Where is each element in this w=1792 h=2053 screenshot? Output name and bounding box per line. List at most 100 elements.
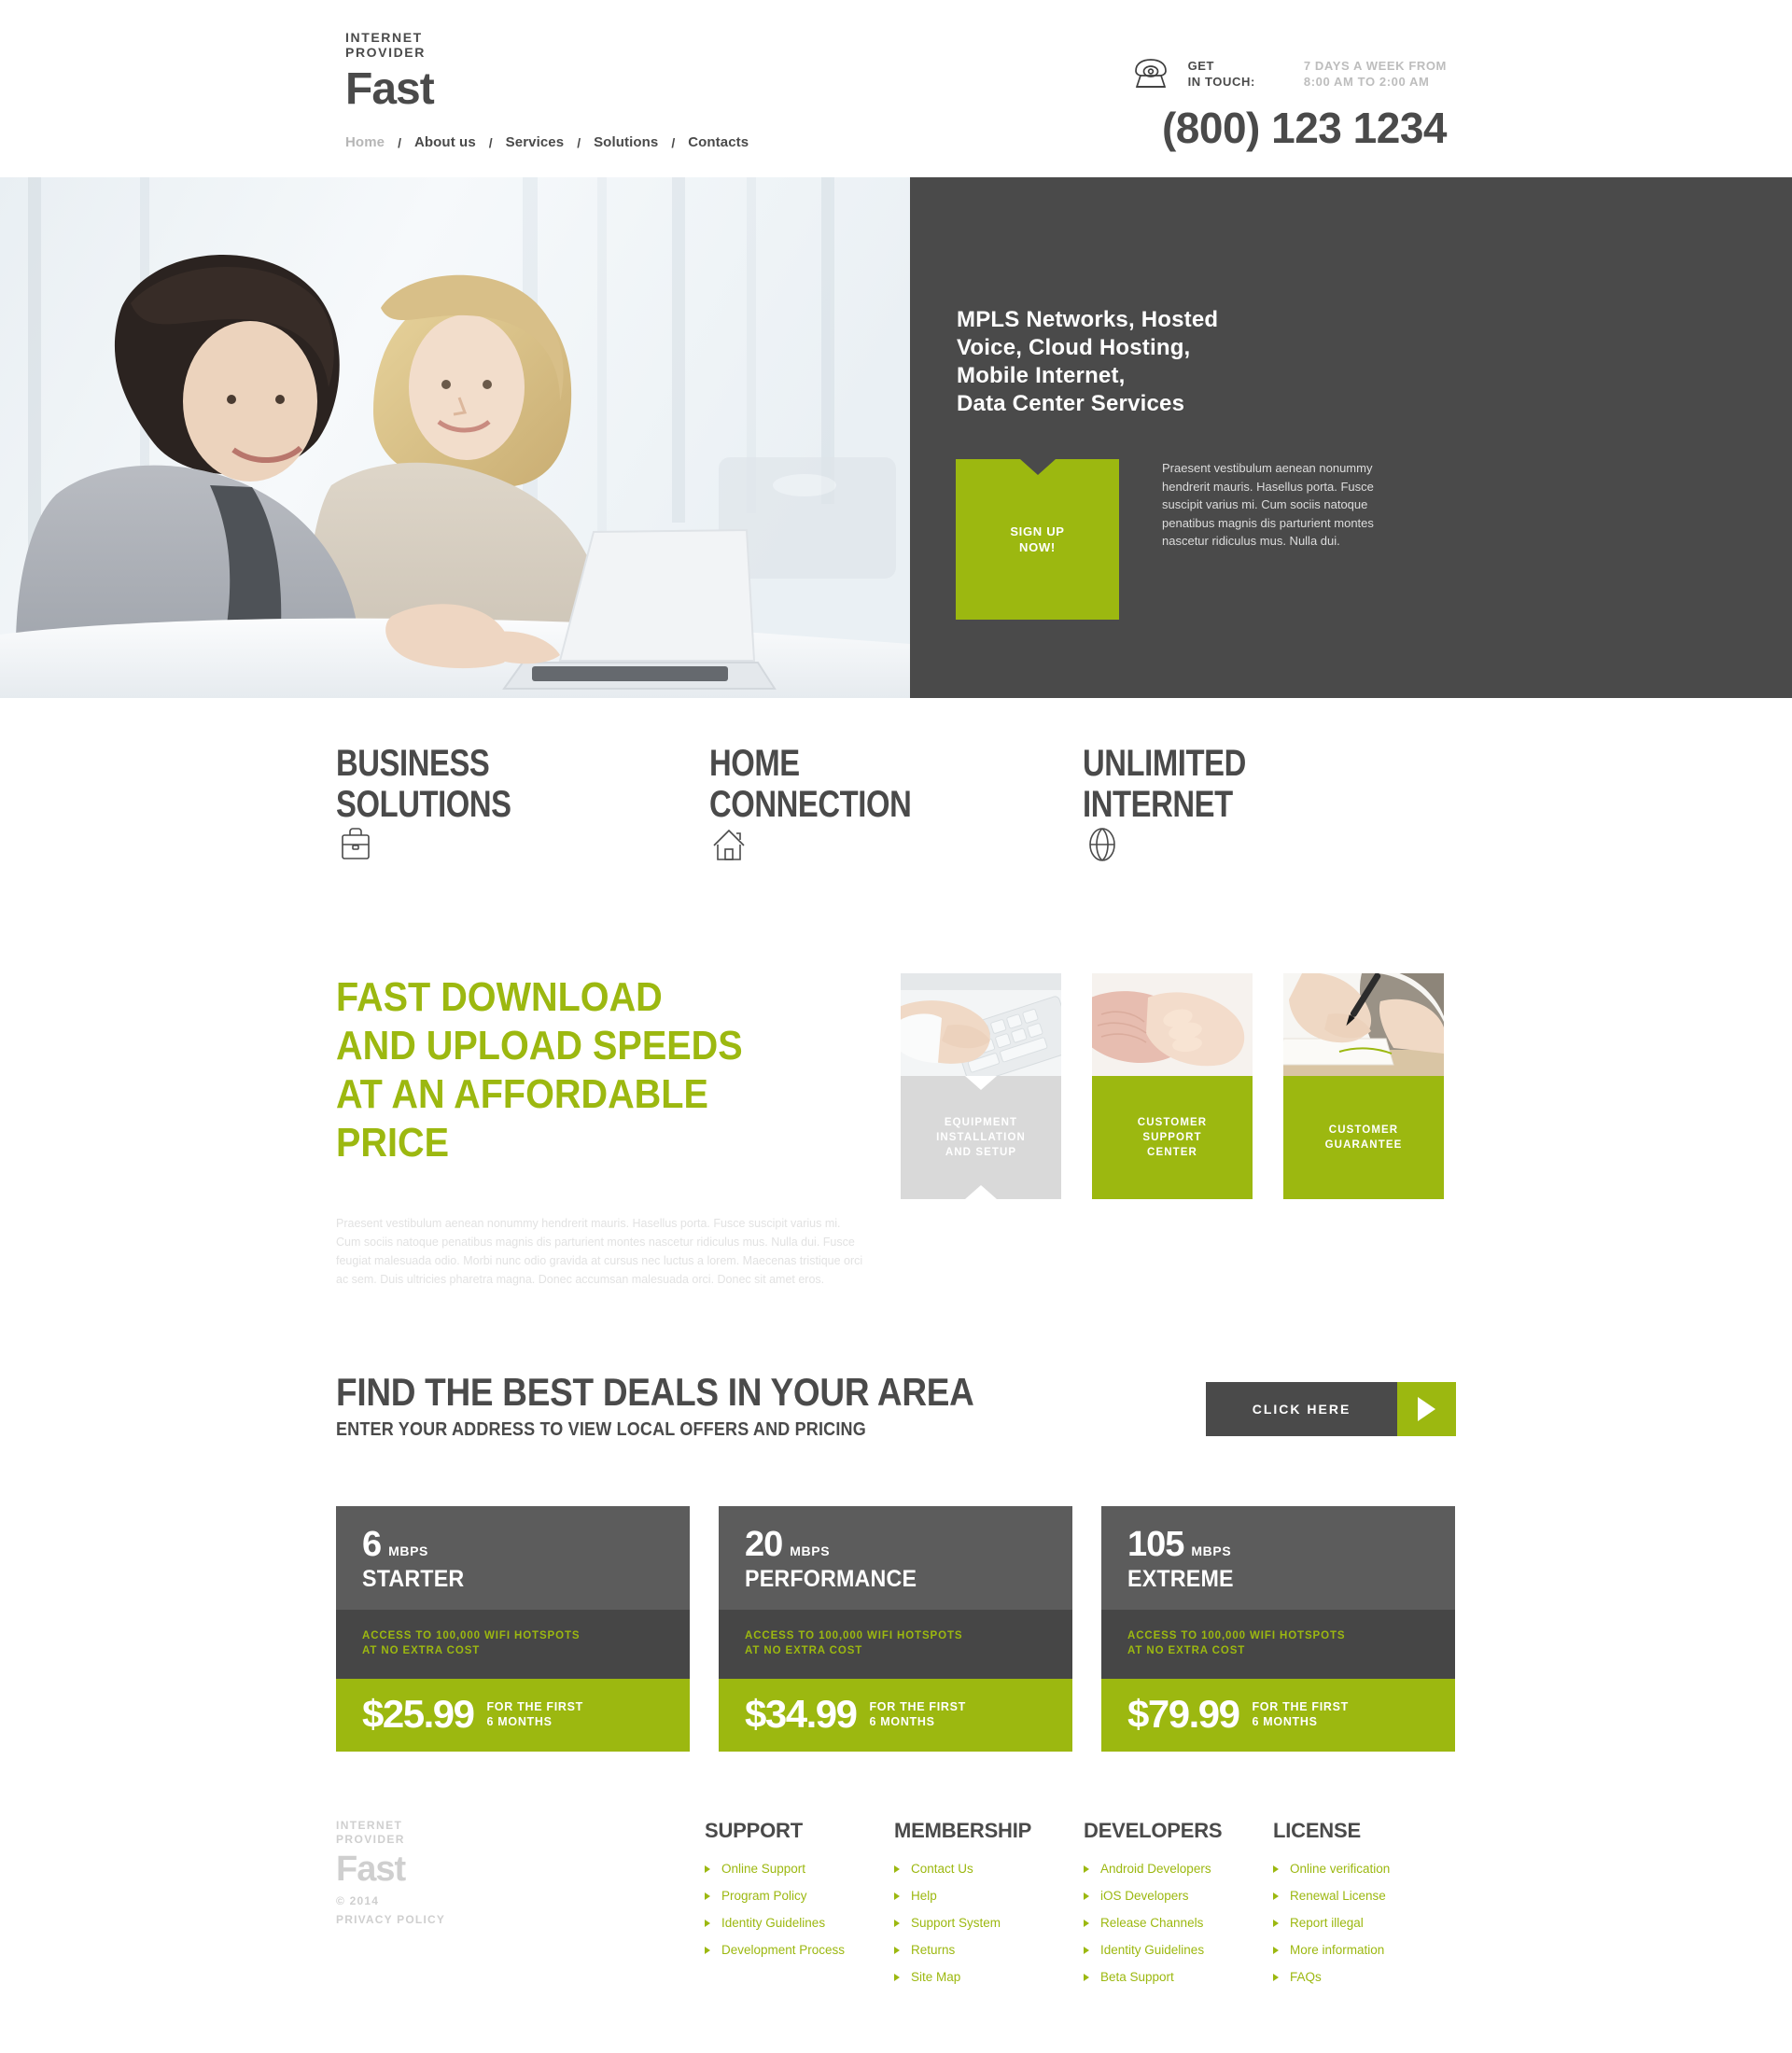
- list-item[interactable]: iOS Developers: [1084, 1889, 1273, 1903]
- promo-paragraph: Praesent vestibulum aenean nonummy hendr…: [336, 1217, 863, 1286]
- service-business-solutions[interactable]: BUSINESS SOLUTIONS: [336, 743, 709, 869]
- arrow-right-icon: [894, 1864, 900, 1873]
- plan-feature-line2: AT NO EXTRA COST: [745, 1645, 863, 1656]
- plan-header: 105 MBPS EXTREME: [1101, 1506, 1455, 1610]
- list-item[interactable]: More information: [1273, 1943, 1390, 1957]
- plan-speed-value: 20: [745, 1525, 783, 1564]
- arrow-right-icon: [1084, 1892, 1089, 1900]
- footer-link[interactable]: Support System: [911, 1916, 1001, 1930]
- footer-link[interactable]: iOS Developers: [1100, 1889, 1189, 1903]
- list-item[interactable]: Support System: [894, 1916, 1084, 1930]
- service-unlimited-internet[interactable]: UNLIMITED INTERNET: [1083, 743, 1456, 869]
- footer-link[interactable]: More information: [1290, 1943, 1384, 1957]
- footer-link[interactable]: Online verification: [1290, 1862, 1390, 1876]
- caption-line1: EQUIPMENT: [944, 1117, 1018, 1128]
- header-contact-block: GET IN TOUCH: 7 DAYS A WEEK FROM 8:00 AM…: [1130, 58, 1448, 153]
- footer-column-support: SUPPORT Online Support Program Policy Id…: [705, 1819, 894, 1997]
- list-item[interactable]: Beta Support: [1084, 1970, 1273, 1984]
- logo-name: Fast: [345, 64, 435, 114]
- footer-link[interactable]: Site Map: [911, 1970, 960, 1984]
- pricing-plan-starter[interactable]: 6 MBPS STARTER ACCESS TO 100,000 WIFI HO…: [336, 1506, 690, 1752]
- plan-header: 6 MBPS STARTER: [336, 1506, 690, 1610]
- pricing-plan-extreme[interactable]: 105 MBPS EXTREME ACCESS TO 100,000 WIFI …: [1101, 1506, 1455, 1752]
- footer-link[interactable]: Release Channels: [1100, 1916, 1203, 1930]
- footer-link[interactable]: Identity Guidelines: [1100, 1943, 1204, 1957]
- plan-speed: 6 MBPS: [362, 1527, 664, 1562]
- list-item[interactable]: Site Map: [894, 1970, 1084, 1984]
- nav-item-about-us[interactable]: About us: [414, 134, 476, 150]
- plan-speed-value: 105: [1127, 1525, 1184, 1564]
- nav-item-home[interactable]: Home: [345, 134, 385, 150]
- promo-card-customer-support[interactable]: CUSTOMER SUPPORT CENTER: [1092, 973, 1253, 1289]
- footer-link[interactable]: Contact Us: [911, 1862, 973, 1876]
- list-item[interactable]: Development Process: [705, 1943, 894, 1957]
- arrow-right-icon: [1084, 1919, 1089, 1927]
- footer-column-title: MEMBERSHIP: [894, 1819, 1032, 1842]
- briefcase-icon: [336, 828, 375, 868]
- list-item[interactable]: Contact Us: [894, 1862, 1084, 1876]
- plan-term-line2: 6 MONTHS: [486, 1715, 553, 1728]
- nav-item-contacts[interactable]: Contacts: [688, 134, 749, 150]
- footer-link[interactable]: Program Policy: [721, 1889, 807, 1903]
- list-item[interactable]: Program Policy: [705, 1889, 894, 1903]
- footer-link[interactable]: Android Developers: [1100, 1862, 1211, 1876]
- arrow-right-icon: [1084, 1973, 1089, 1981]
- footer-link-list: Android Developers iOS Developers Releas…: [1084, 1862, 1273, 1984]
- footer-column-title: SUPPORT: [705, 1819, 803, 1842]
- footer-link[interactable]: Renewal License: [1290, 1889, 1386, 1903]
- caption-line3: AND SETUP: [945, 1147, 1017, 1158]
- sign-up-now-button[interactable]: SIGN UP NOW!: [956, 459, 1119, 620]
- phone-number[interactable]: (800) 123 1234: [1130, 103, 1448, 153]
- service-title-line2: INTERNET: [1083, 784, 1233, 825]
- click-here-button[interactable]: CLICK HERE: [1206, 1382, 1456, 1436]
- list-item[interactable]: Online verification: [1273, 1862, 1390, 1876]
- list-item[interactable]: FAQs: [1273, 1970, 1390, 1984]
- plan-price-amount: $79.99: [1127, 1692, 1240, 1736]
- footer-link[interactable]: Development Process: [721, 1943, 845, 1957]
- list-item[interactable]: Help: [894, 1889, 1084, 1903]
- footer-logo-block[interactable]: INTERNET PROVIDER Fast © 2014 PRIVACY PO…: [336, 1819, 705, 1997]
- arrow-right-icon: [1273, 1919, 1279, 1927]
- promo-card-equipment-installation[interactable]: EQUIPMENT INSTALLATION AND SETUP: [901, 973, 1061, 1289]
- plan-term-line2: 6 MONTHS: [1252, 1715, 1318, 1728]
- get-in-touch-line1: GET: [1187, 59, 1215, 73]
- list-item[interactable]: Identity Guidelines: [705, 1916, 894, 1930]
- list-item[interactable]: Renewal License: [1273, 1889, 1390, 1903]
- hero-content-panel: MPLS Networks, Hosted Voice, Cloud Hosti…: [910, 177, 1792, 698]
- site-logo[interactable]: INTERNET PROVIDER Fast: [345, 30, 435, 116]
- service-home-connection[interactable]: HOME CONNECTION: [709, 743, 1083, 869]
- list-item[interactable]: Report illegal: [1273, 1916, 1390, 1930]
- play-arrow-icon: [1397, 1382, 1456, 1436]
- list-item[interactable]: Online Support: [705, 1862, 894, 1876]
- list-item[interactable]: Returns: [894, 1943, 1084, 1957]
- promo-card-customer-guarantee[interactable]: CUSTOMER GUARANTEE: [1283, 973, 1444, 1289]
- plan-price: $34.99 FOR THE FIRST 6 MONTHS: [719, 1679, 1072, 1752]
- list-item[interactable]: Android Developers: [1084, 1862, 1273, 1876]
- footer-link-list: Contact Us Help Support System Returns S…: [894, 1862, 1084, 1984]
- service-title: UNLIMITED INTERNET: [1083, 743, 1389, 825]
- footer-link[interactable]: FAQs: [1290, 1970, 1322, 1984]
- hours-line2: 8:00 AM TO 2:00 AM: [1303, 75, 1430, 89]
- footer-link[interactable]: Report illegal: [1290, 1916, 1364, 1930]
- list-item[interactable]: Identity Guidelines: [1084, 1943, 1273, 1957]
- footer-link[interactable]: Beta Support: [1100, 1970, 1174, 1984]
- footer-link[interactable]: Returns: [911, 1943, 955, 1957]
- promo-cards: EQUIPMENT INSTALLATION AND SETUP CUSTOME…: [901, 973, 1444, 1289]
- pricing-plans: 6 MBPS STARTER ACCESS TO 100,000 WIFI HO…: [336, 1441, 1456, 1752]
- footer-column-developers: DEVELOPERS Android Developers iOS Develo…: [1084, 1819, 1273, 1997]
- footer-link[interactable]: Online Support: [721, 1862, 805, 1876]
- plan-price-term: FOR THE FIRST 6 MONTHS: [1252, 1699, 1349, 1729]
- nav-item-solutions[interactable]: Solutions: [594, 134, 658, 150]
- plan-term-line2: 6 MONTHS: [869, 1715, 935, 1728]
- nav-item-services[interactable]: Services: [506, 134, 565, 150]
- footer-privacy-policy-link[interactable]: PRIVACY POLICY: [336, 1912, 705, 1927]
- pricing-plan-performance[interactable]: 20 MBPS PERFORMANCE ACCESS TO 100,000 WI…: [719, 1506, 1072, 1752]
- arrow-right-icon: [705, 1864, 710, 1873]
- list-item[interactable]: Release Channels: [1084, 1916, 1273, 1930]
- hero-title: MPLS Networks, Hosted Voice, Cloud Hosti…: [957, 306, 1218, 418]
- hero-paragraph: Praesent vestibulum aenean nonummy hendr…: [1162, 461, 1374, 548]
- footer-link[interactable]: Help: [911, 1889, 937, 1903]
- footer-link[interactable]: Identity Guidelines: [721, 1916, 825, 1930]
- promo-section: FAST DOWNLOAD AND UPLOAD SPEEDS AT AN AF…: [336, 869, 1456, 1289]
- arrow-right-icon: [894, 1946, 900, 1954]
